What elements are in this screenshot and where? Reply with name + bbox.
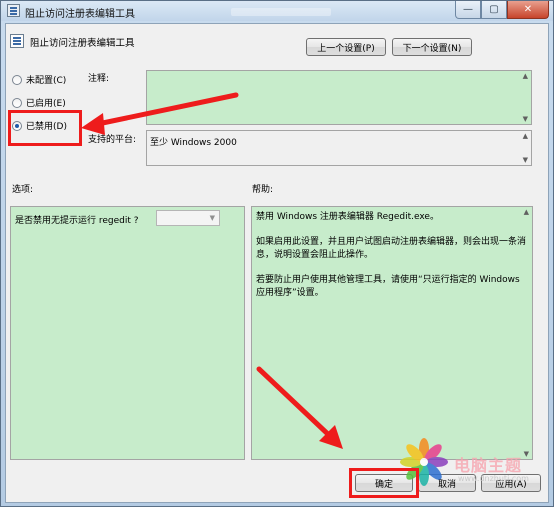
policy-dialog-window: 阻止访问注册表编辑工具 — ▢ ✕ 阻止访问注册表编辑工具 上一个设置(P) 下… xyxy=(0,0,554,507)
annotation-arrow-disabled xyxy=(90,92,239,128)
annotation-arrowhead-disabled xyxy=(81,113,105,135)
annotation-arrow-ok xyxy=(256,366,334,440)
annotation-arrows xyxy=(81,92,343,449)
